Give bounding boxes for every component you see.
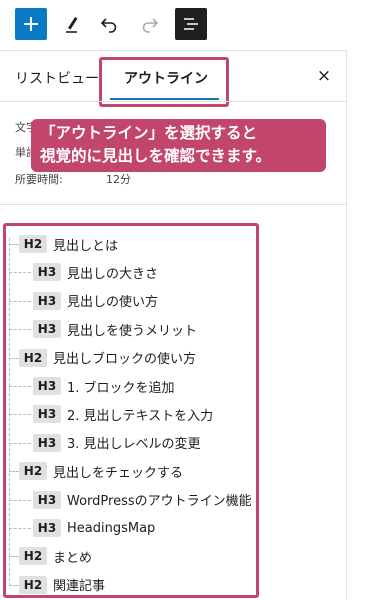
outline-connector [9, 357, 19, 359]
outline-item[interactable]: H2 見出しとは [19, 234, 118, 254]
outline-item[interactable]: H3 見出しの使い方 [33, 291, 158, 311]
outline-connector [9, 329, 31, 331]
heading-level-badge: H3 [33, 291, 61, 310]
outline-connector [9, 499, 31, 501]
stats-divider [0, 204, 346, 205]
reading-time-label: 所要時間: [15, 173, 63, 186]
outline-connector [9, 584, 19, 586]
annotation-callout: 「アウトライン」を選択すると 視覚的に見出しを確認できます。 [31, 119, 326, 172]
outline-item[interactable]: H3 3. 見出しレベルの変更 [33, 433, 201, 453]
tab-list-view[interactable]: リストビュー [15, 58, 99, 98]
heading-level-badge: H2 [19, 462, 47, 481]
heading-text: 3. 見出しレベルの変更 [67, 437, 201, 453]
tab-highlight-frame [99, 57, 229, 107]
heading-text: 見出しの大きさ [67, 266, 159, 282]
heading-level-badge: H3 [33, 433, 61, 452]
plus-icon [24, 17, 38, 31]
outline-item[interactable]: H3 2. 見出しテキストを入力 [33, 404, 213, 424]
outline-item[interactable]: H2 見出しブロックの使い方 [19, 348, 196, 368]
tools-button[interactable] [56, 8, 88, 40]
outline-connector [9, 528, 31, 529]
heading-text: 関連記事 [53, 579, 106, 595]
outline-item[interactable]: H3 見出しを使うメリット [33, 319, 197, 339]
redo-icon [142, 18, 159, 33]
heading-level-badge: H2 [19, 547, 47, 566]
document-overview-button[interactable] [175, 8, 207, 40]
heading-level-badge: H2 [19, 348, 47, 367]
panel-border [346, 50, 347, 600]
heading-text: 見出しとは [53, 238, 119, 254]
heading-text: 1. ブロックを追加 [67, 380, 175, 396]
editor-toolbar [0, 0, 375, 50]
outline-connector [9, 414, 31, 416]
heading-level-badge: H3 [33, 519, 61, 537]
tabs-divider [0, 101, 346, 102]
outline-item[interactable]: H3 見出しの大きさ [33, 262, 158, 282]
heading-level-badge: H2 [19, 575, 47, 594]
add-block-button[interactable] [15, 8, 47, 40]
heading-level-badge: H2 [19, 235, 47, 253]
heading-text: 見出しの使い方 [67, 295, 159, 311]
undo-icon [100, 18, 117, 33]
reading-time-value: 12分 [106, 173, 131, 186]
outline-item[interactable]: H3 WordPressのアウトライン機能 [33, 490, 252, 510]
heading-level-badge: H3 [33, 490, 61, 509]
outline-item[interactable]: H2 まとめ [19, 546, 92, 566]
heading-level-badge: H3 [33, 320, 61, 339]
outline-item[interactable]: H2 関連記事 [19, 575, 105, 595]
heading-text: 2. 見出しテキストを入力 [67, 408, 214, 424]
pen-icon [66, 17, 78, 33]
outline-connector [9, 300, 31, 302]
heading-text: WordPressのアウトライン機能 [67, 494, 252, 510]
heading-level-badge: H3 [33, 377, 61, 395]
heading-text: まとめ [53, 550, 93, 566]
outline-connector [9, 556, 19, 558]
close-icon[interactable]: × [315, 64, 333, 88]
document-overview-icon [184, 18, 198, 30]
outline-connector [9, 442, 31, 444]
undo-button[interactable] [93, 8, 125, 40]
outline-item[interactable]: H3 1. ブロックを追加 [33, 376, 175, 396]
redo-button[interactable] [134, 8, 166, 40]
heading-text: 見出しを使うメリット [67, 323, 198, 339]
heading-text: 見出しをチェックする [53, 465, 184, 481]
outline-guide-line [9, 238, 10, 586]
heading-text: 見出しブロックの使い方 [53, 352, 197, 368]
outline-item[interactable]: H3 HeadingsMap [33, 518, 155, 538]
outline-connector [9, 272, 31, 274]
heading-level-badge: H3 [33, 263, 61, 282]
heading-text: HeadingsMap [67, 520, 156, 536]
outline-connector [9, 244, 19, 245]
callout-line-2: 視覚的に見出しを確認できます。 [40, 147, 271, 165]
callout-line-1: 「アウトライン」を選択すると [40, 124, 258, 142]
toolbar-divider [0, 50, 346, 51]
outline-connector [9, 471, 19, 473]
heading-level-badge: H3 [33, 405, 61, 424]
outline-connector [9, 386, 31, 387]
outline-item[interactable]: H2 見出しをチェックする [19, 461, 183, 481]
